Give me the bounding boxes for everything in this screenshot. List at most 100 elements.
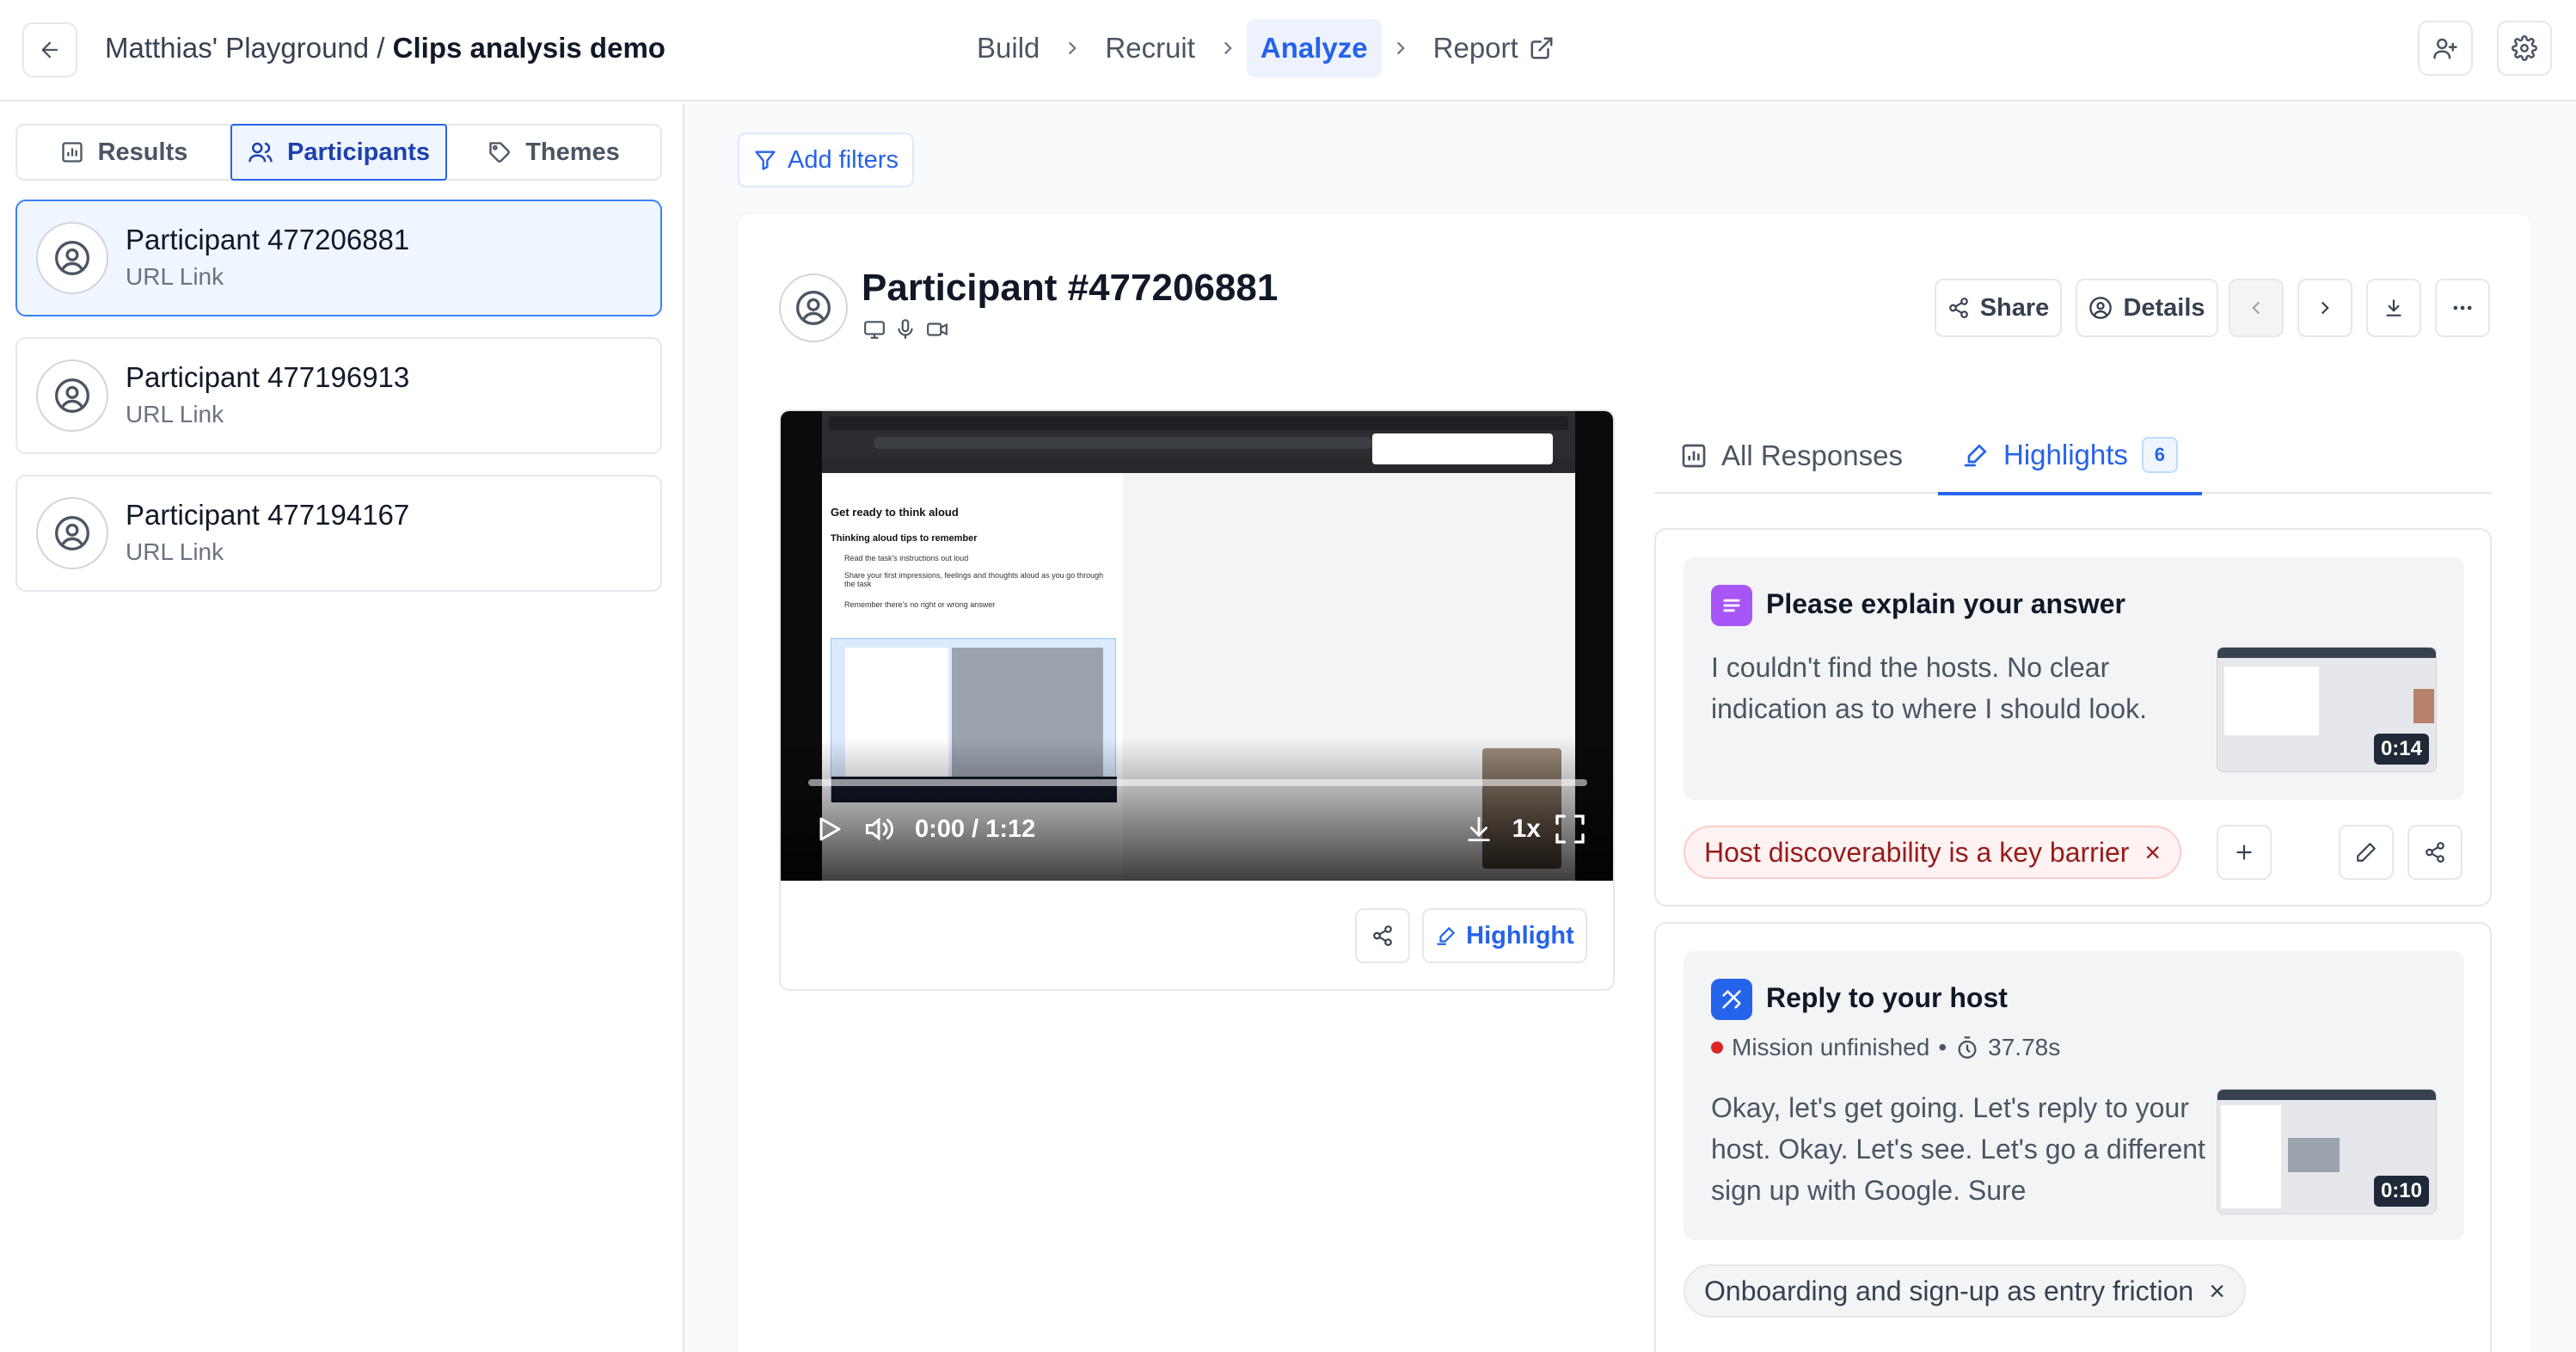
participant-source: URL Link [126,401,224,427]
theme-tag[interactable]: Host discoverability is a key barrier × [1684,826,2182,879]
share-highlight-button[interactable] [2407,825,2463,880]
share-icon [2424,841,2446,863]
gear-icon [2512,35,2537,61]
highlight-content: Reply to your host Mission unfinished • … [1684,951,2464,1240]
highlight-card: Please explain your answer I couldn't fi… [1654,528,2492,906]
add-tag-button[interactable] [2217,825,2272,880]
tab-participants[interactable]: Participants [230,124,447,181]
user-circle-icon [779,273,848,342]
participant-name: Participant 477196913 [126,361,410,393]
playback-speed[interactable]: 1x [1512,814,1541,844]
participant-name: Participant 477194167 [126,499,410,531]
participant-title: Participant #477206881 [862,267,1279,309]
main-content: Add filters Participant #477206881 Share… [686,103,2576,1352]
sidebar: Results Participants Themes Participant … [0,103,684,1352]
edit-highlight-button[interactable] [2339,825,2394,880]
previous-participant-button[interactable] [2229,279,2284,337]
participant-list-item[interactable]: Participant 477206881 URL Link [15,200,662,316]
task-meta: Mission unfinished • 37.78s [1711,1034,2060,1061]
pencil-icon [2355,841,2377,863]
tag-icon [488,140,512,164]
remove-tag-icon[interactable]: × [2209,1275,2225,1307]
tab-themes[interactable]: Themes [447,126,660,179]
task-title: Reply to your host [1766,982,2008,1013]
bar-chart-icon [1680,442,1708,470]
participant-source: URL Link [126,263,224,290]
sidebar-tabs: Results Participants Themes [15,124,662,181]
task-status: Mission unfinished [1732,1034,1930,1060]
breadcrumb-project: Clips analysis demo [392,32,665,64]
highlights-count-badge: 6 [2141,437,2178,473]
users-icon [248,139,273,165]
clip-thumbnail[interactable]: 0:10 [2217,1089,2437,1214]
browser-chrome-image [822,411,1575,473]
highlighter-icon [1962,441,1990,469]
question-title: Please explain your answer [1766,588,2125,619]
participant-list-item[interactable]: Participant 477194167 URL Link [15,475,662,592]
participant-name: Participant 477206881 [126,224,410,255]
settings-button[interactable] [2497,21,2552,76]
highlight-content: Please explain your answer I couldn't fi… [1684,557,2464,800]
participant-panel: Participant #477206881 Share Details Get… [738,213,2531,1352]
theme-tag[interactable]: Onboarding and sign-up as entry friction… [1684,1264,2246,1318]
fullscreen-icon[interactable] [1553,812,1587,846]
next-participant-button[interactable] [2297,279,2352,337]
remove-tag-icon[interactable]: × [2144,837,2161,869]
breadcrumb-workspace[interactable]: Matthias' Playground [105,32,369,64]
back-button[interactable] [22,22,77,77]
screen-icon [863,318,886,341]
step-report[interactable]: Report [1420,19,1568,77]
chevron-right-icon [2314,297,2336,319]
video-controls: 0:00 / 1:12 1x [813,805,1587,853]
download-icon[interactable] [1464,814,1493,844]
recording-media-icons [863,318,949,341]
add-filters-button[interactable]: Add filters [738,132,914,187]
tab-results[interactable]: Results [17,126,230,179]
participant-source: URL Link [126,538,224,565]
video-card: Get ready to think aloud Thinking aloud … [779,409,1615,991]
video-time: 0:00 / 1:12 [915,814,1036,843]
bar-chart-icon [60,140,84,164]
chevron-right-icon [1209,37,1247,59]
download-button[interactable] [2366,279,2421,337]
highlight-button[interactable]: Highlight [1422,908,1587,963]
status-dot [1711,1042,1723,1054]
share-icon [1947,297,1970,319]
clip-thumbnail[interactable]: 0:14 [2217,647,2437,772]
text-question-icon [1711,585,1752,626]
step-recruit[interactable]: Recruit [1091,19,1209,77]
plus-icon [2233,841,2255,863]
breadcrumb: Matthias' Playground / Clips analysis de… [105,32,665,64]
timer-icon [1955,1036,1979,1060]
details-button[interactable]: Details [2076,279,2218,337]
play-icon[interactable] [813,814,844,845]
chevron-right-icon [1382,37,1420,59]
highlight-card: Reply to your host Mission unfinished • … [1654,922,2492,1352]
participant-list-item[interactable]: Participant 477196913 URL Link [15,337,662,454]
share-button[interactable]: Share [1935,279,2062,337]
video-progress-bar[interactable] [808,779,1587,786]
step-analyze[interactable]: Analyze [1246,19,1382,77]
more-options-button[interactable] [2435,279,2490,337]
tab-all-responses[interactable]: All Responses [1680,418,1903,494]
share-icon [1371,925,1394,947]
highlighter-icon [1435,925,1457,947]
arrow-left-icon [38,38,62,62]
volume-icon[interactable] [863,814,899,845]
task-duration: 37.78s [1988,1034,2061,1060]
microphone-icon [894,318,917,341]
chevron-right-icon [1053,37,1091,59]
user-circle-icon [36,222,108,294]
clip-duration: 0:10 [2373,1176,2429,1207]
download-icon [2383,297,2405,319]
tab-highlights[interactable]: Highlights 6 [1938,418,2202,495]
filter-icon [753,148,777,172]
share-clip-button[interactable] [1355,908,1410,963]
clip-duration: 0:14 [2373,734,2429,765]
add-collaborator-button[interactable] [2418,21,2473,76]
response-text: Okay, let's get going. Let's reply to yo… [1711,1092,2205,1206]
more-horizontal-icon [2450,296,2475,320]
video-player[interactable]: Get ready to think aloud Thinking aloud … [781,411,1613,881]
response-text: I couldn't find the hosts. No clear indi… [1711,652,2147,724]
step-build[interactable]: Build [963,19,1053,77]
